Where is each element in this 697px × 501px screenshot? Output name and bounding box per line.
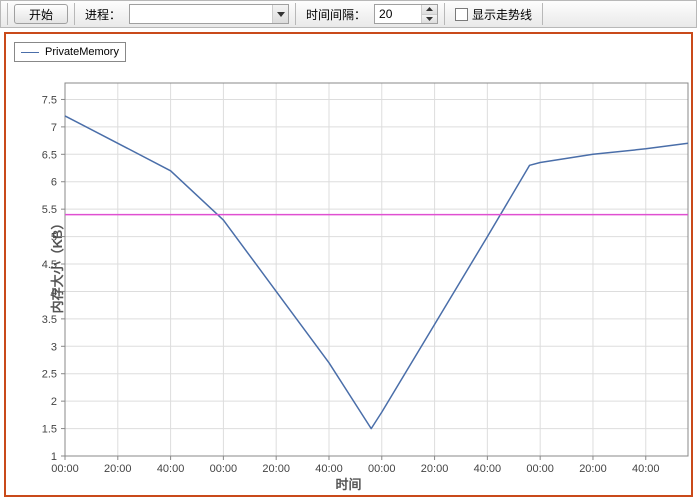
svg-text:00:00: 00:00 bbox=[368, 463, 396, 475]
svg-text:20:00: 20:00 bbox=[421, 463, 449, 475]
svg-text:40:00: 40:00 bbox=[315, 463, 343, 475]
process-combobox[interactable] bbox=[129, 4, 289, 24]
legend-swatch bbox=[21, 52, 39, 53]
process-label: 进程： bbox=[81, 6, 125, 23]
svg-text:20:00: 20:00 bbox=[579, 463, 607, 475]
toolbar: 开始 进程： 时间间隔： 20 显示走势线 bbox=[0, 0, 697, 28]
chart-plot: 1 1.5 2 2.5 3 3.5 4 4.5 5 5.5 6 6.5 7 7.5 00:00 20:00 40… bbox=[0, 28, 697, 501]
trend-checkbox[interactable]: 显示走势线 bbox=[451, 6, 536, 23]
trend-checkbox-label: 显示走势线 bbox=[472, 6, 532, 23]
separator bbox=[444, 3, 445, 25]
svg-text:5.5: 5.5 bbox=[42, 204, 57, 216]
svg-text:1: 1 bbox=[51, 451, 57, 463]
legend: PrivateMemory bbox=[14, 42, 126, 62]
process-value bbox=[130, 5, 272, 23]
svg-text:00:00: 00:00 bbox=[51, 463, 79, 475]
svg-text:20:00: 20:00 bbox=[104, 463, 132, 475]
svg-text:40:00: 40:00 bbox=[157, 463, 185, 475]
separator bbox=[295, 3, 296, 25]
svg-text:7.5: 7.5 bbox=[42, 94, 57, 106]
start-button-label: 开始 bbox=[29, 6, 53, 23]
legend-label: PrivateMemory bbox=[45, 46, 119, 58]
svg-text:40:00: 40:00 bbox=[632, 463, 660, 475]
interval-label: 时间间隔： bbox=[302, 6, 370, 23]
separator bbox=[74, 3, 75, 25]
chart-area: PrivateMemory 内存大小（KB） 时间 11.522.533.544… bbox=[0, 28, 697, 501]
start-button[interactable]: 开始 bbox=[14, 4, 68, 24]
interval-spinner[interactable]: 20 bbox=[374, 4, 438, 24]
svg-text:2.5: 2.5 bbox=[42, 369, 57, 381]
svg-text:1.5: 1.5 bbox=[42, 424, 57, 436]
svg-text:3: 3 bbox=[51, 341, 57, 353]
svg-text:6.5: 6.5 bbox=[42, 149, 57, 161]
separator bbox=[542, 3, 543, 25]
checkbox-box bbox=[455, 8, 468, 21]
spinner-down-button[interactable] bbox=[422, 15, 437, 24]
svg-text:00:00: 00:00 bbox=[210, 463, 238, 475]
interval-value: 20 bbox=[375, 5, 421, 23]
svg-text:3.5: 3.5 bbox=[42, 314, 57, 326]
svg-text:5: 5 bbox=[51, 232, 57, 244]
svg-text:4: 4 bbox=[51, 286, 57, 298]
svg-text:2: 2 bbox=[51, 396, 57, 408]
separator bbox=[7, 3, 8, 25]
svg-text:6: 6 bbox=[51, 177, 57, 189]
spinner-up-button[interactable] bbox=[422, 5, 437, 15]
svg-text:00:00: 00:00 bbox=[526, 463, 554, 475]
svg-text:7: 7 bbox=[51, 122, 57, 134]
svg-text:40:00: 40:00 bbox=[474, 463, 502, 475]
svg-text:4.5: 4.5 bbox=[42, 259, 57, 271]
chevron-down-icon[interactable] bbox=[272, 5, 288, 23]
svg-text:20:00: 20:00 bbox=[262, 463, 290, 475]
